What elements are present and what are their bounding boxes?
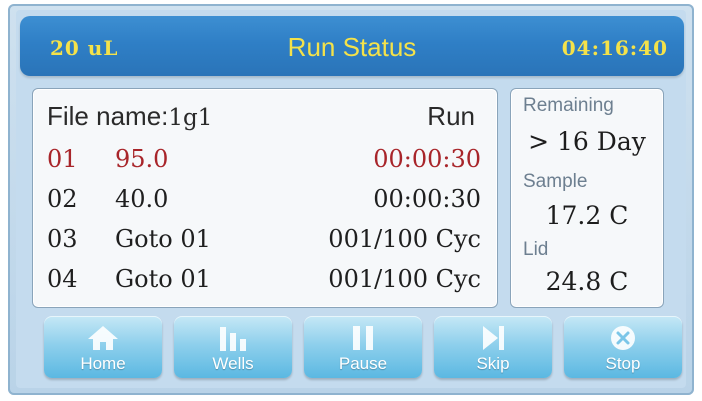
clock-readout: 04:16:40 [561,36,668,60]
wells-icon [174,322,292,354]
step-command: Goto 01 [115,265,211,293]
step-number: 01 [47,145,78,173]
home-icon [44,322,162,354]
step-number: 04 [47,265,78,293]
home-button-label: Home [80,354,126,373]
stop-button[interactable]: Stop [564,316,682,378]
pause-icon [304,322,422,354]
wells-button-label: Wells [212,354,254,373]
step-time: 00:00:30 [373,145,481,173]
title-bar: 20 uL Run Status 04:16:40 [20,16,684,76]
file-name-value: 1g1 [168,105,213,131]
sample-label: Sample [523,171,588,192]
wells-button[interactable]: Wells [174,316,292,378]
skip-icon [434,322,552,354]
file-line: File name:1g1 Run [47,101,475,135]
lid-temperature: 24.8 C [545,267,629,296]
step-number: 03 [47,225,78,253]
skip-button[interactable]: Skip [434,316,552,378]
step-row: 04 Goto 01 001/100 Cyc [47,265,481,299]
step-command: 40.0 [115,185,169,213]
step-command: Goto 01 [115,225,211,253]
home-button[interactable]: Home [44,316,162,378]
file-name-label: File name: [47,101,169,131]
pause-button-label: Pause [338,354,388,373]
step-row: 03 Goto 01 001/100 Cyc [47,225,481,259]
lid-label: Lid [523,239,549,260]
pause-button[interactable]: Pause [304,316,422,378]
step-row: 02 40.0 00:00:30 [47,185,481,219]
step-cycle: 001/100 Cyc [328,225,481,253]
remaining-label: Remaining [523,95,614,116]
step-row: 01 95.0 00:00:30 [47,145,481,179]
stop-button-label: Stop [605,354,641,373]
program-panel: File name:1g1 Run 01 95.0 00:00:30 02 40… [32,88,498,308]
status-panel: Remaining > 16 Day Sample 17.2 C Lid 24.… [510,88,664,308]
run-state: Run [427,101,475,131]
step-command: 95.0 [115,145,169,173]
step-number: 02 [47,185,78,213]
step-time: 00:00:30 [373,185,481,213]
skip-button-label: Skip [476,354,510,373]
step-cycle: 001/100 Cyc [328,265,481,293]
stop-icon [564,322,682,354]
sample-temperature: 17.2 C [545,201,629,230]
remaining-value: > 16 Day [528,127,646,156]
